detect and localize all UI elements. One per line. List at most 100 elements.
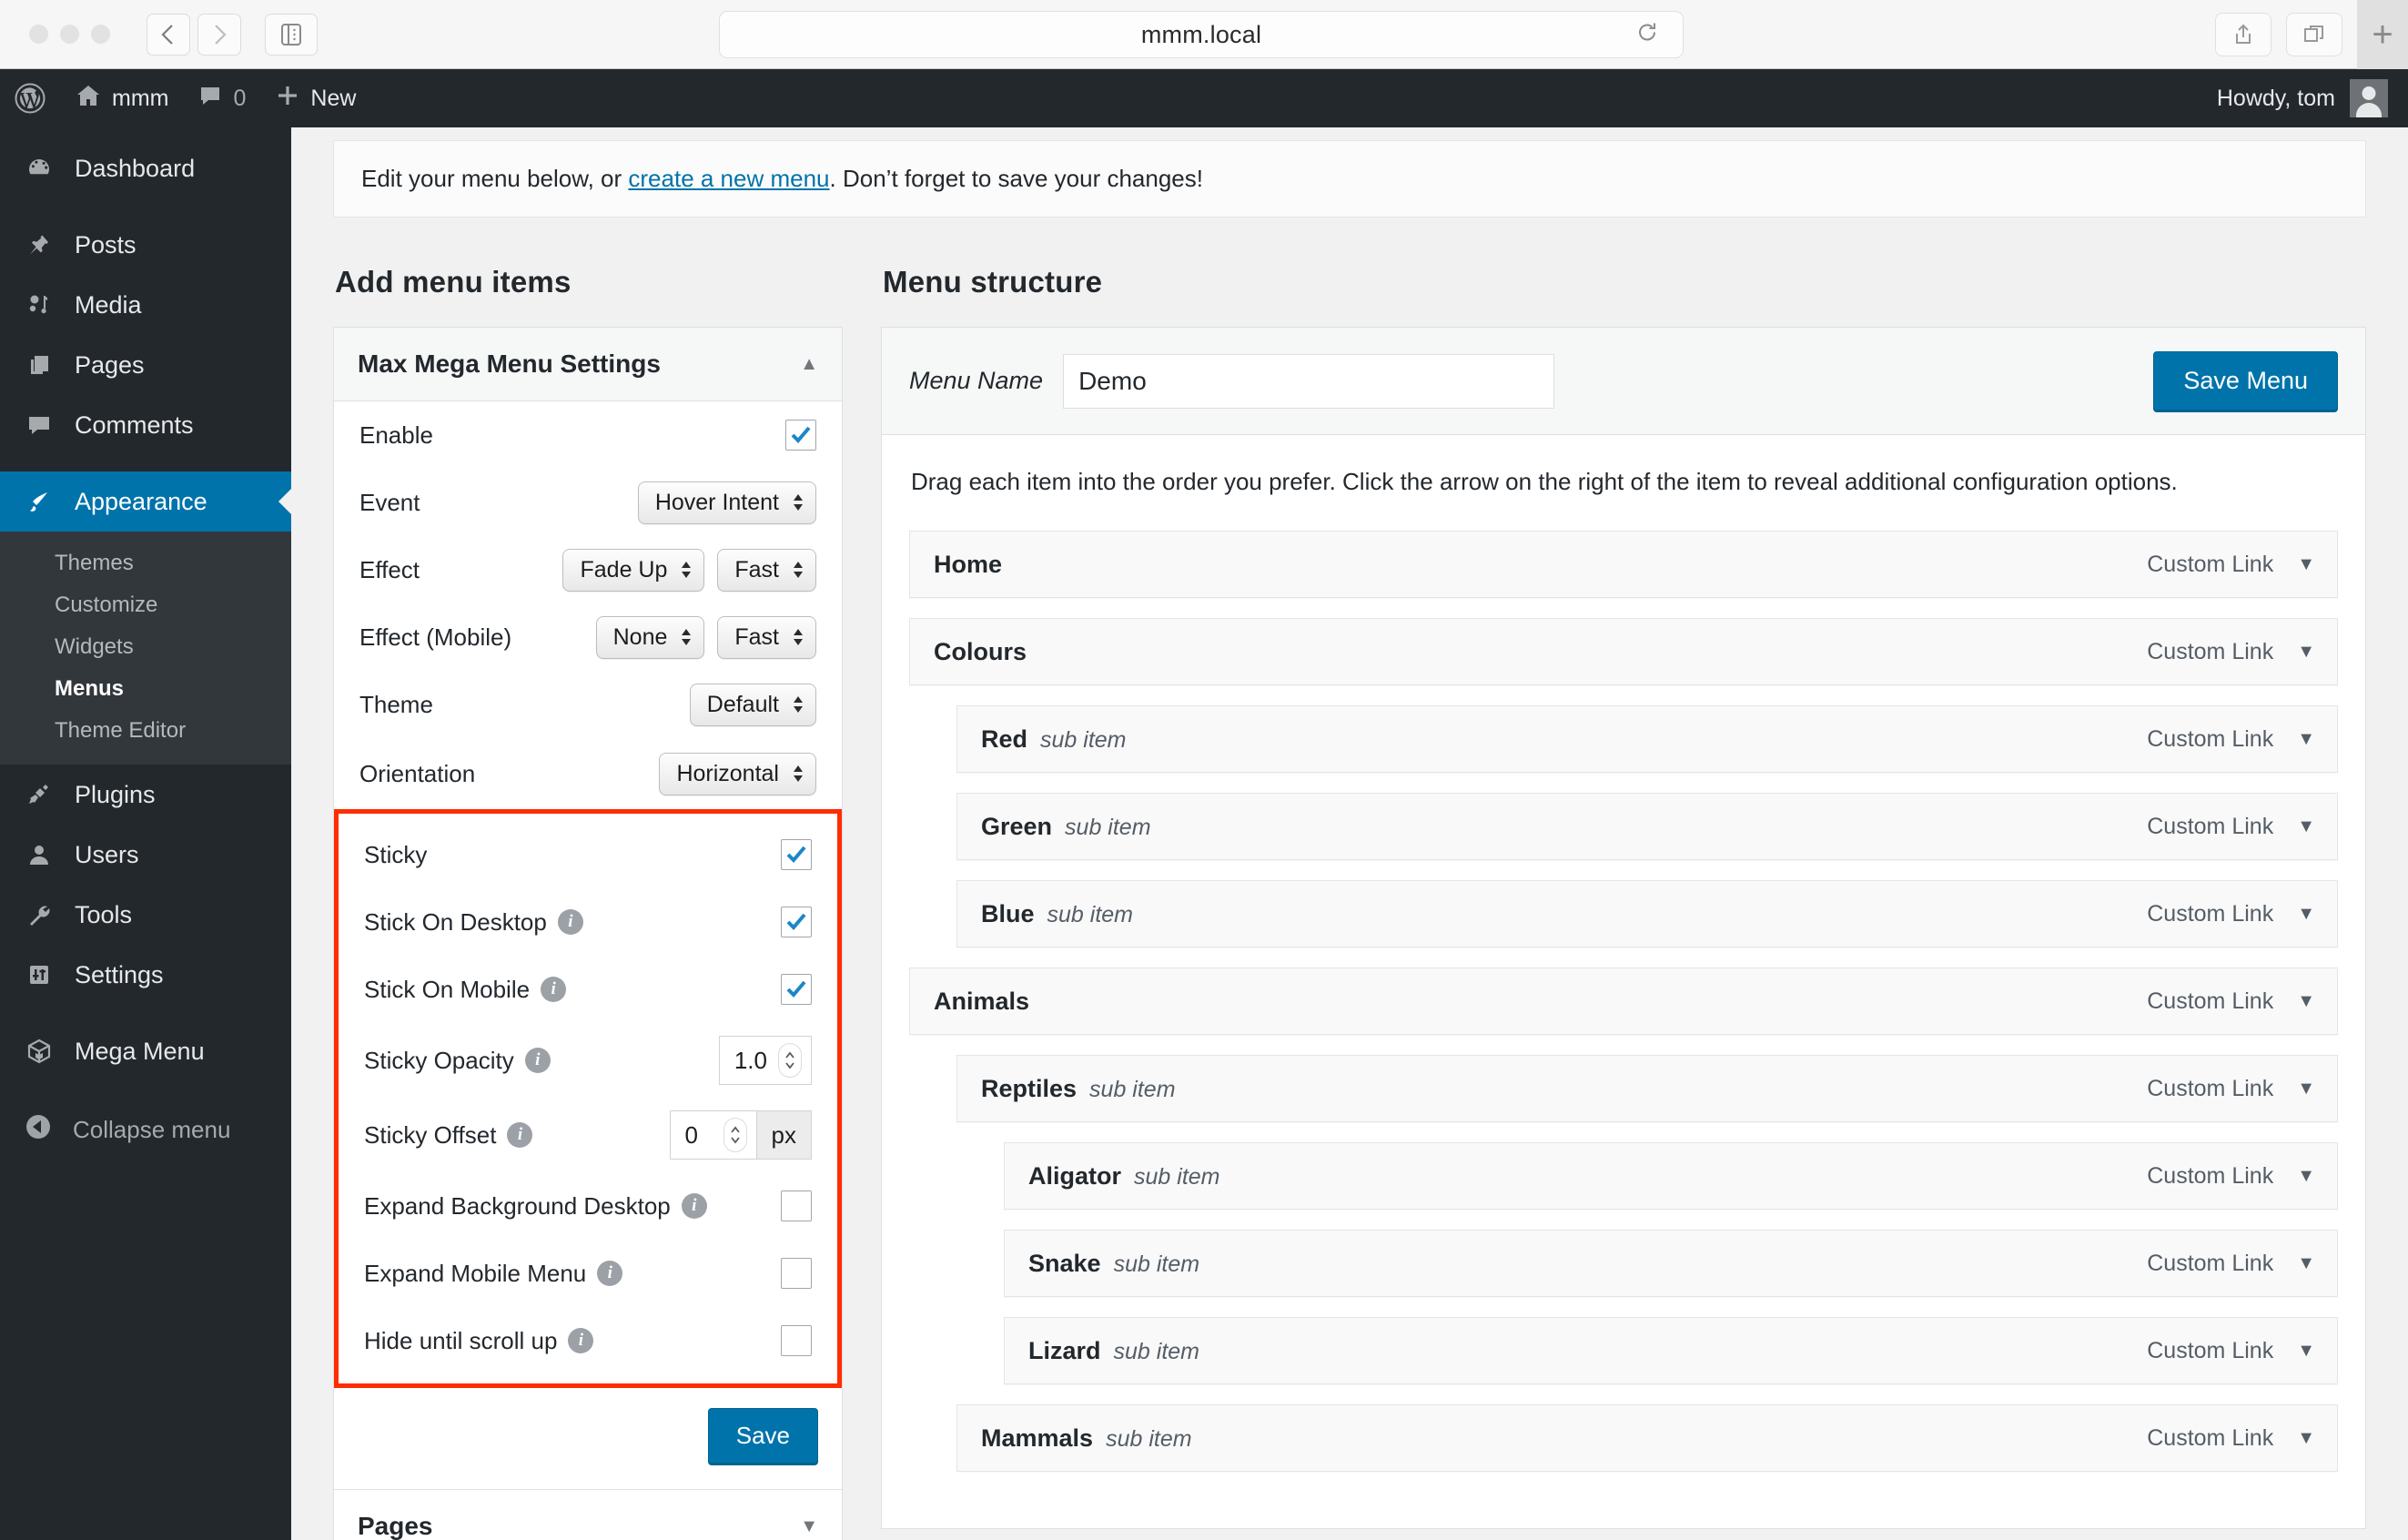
stick-on-desktop-checkbox[interactable] (781, 907, 812, 937)
sidebar-item-media[interactable]: Media (0, 275, 291, 335)
account-menu[interactable]: Howdy, tom (2217, 79, 2388, 117)
sidebar-item-posts[interactable]: Posts (0, 215, 291, 275)
chevron-down-icon[interactable]: ▼ (2297, 643, 2315, 661)
sidebar-item-appearance[interactable]: Appearance (0, 471, 291, 532)
sidebar-subitem-theme-editor[interactable]: Theme Editor (0, 710, 291, 752)
new-content-menu[interactable]: New (260, 69, 370, 127)
page-title-menu-structure: Menu structure (883, 265, 1103, 299)
info-icon[interactable]: i (568, 1328, 594, 1353)
chevron-down-icon[interactable]: ▼ (2297, 1429, 2315, 1447)
maximize-window-button[interactable] (91, 25, 110, 44)
stick-on-mobile-checkbox[interactable] (781, 974, 812, 1005)
effect-mobile-select[interactable]: None (595, 615, 705, 659)
address-bar[interactable]: mmm.local (719, 11, 1684, 58)
wordpress-logo-icon[interactable] (0, 69, 60, 127)
sidebar-subitem-themes[interactable]: Themes (0, 542, 291, 584)
sticky-settings-highlight: Sticky Stick On Desktop i Stick On Mobil… (334, 809, 842, 1388)
comments-menu[interactable]: 0 (183, 69, 260, 127)
info-icon[interactable]: i (597, 1261, 623, 1286)
stepper-icon[interactable] (723, 1118, 747, 1152)
sidebar-item-plugins[interactable]: Plugins (0, 765, 291, 825)
chevron-down-icon[interactable]: ▼ (2297, 1254, 2315, 1272)
menu-item-snake[interactable]: Snake sub item Custom Link ▼ (1004, 1230, 2338, 1297)
sticky-offset-input[interactable]: 0 (669, 1110, 757, 1160)
reload-icon[interactable] (1635, 21, 1659, 49)
sidebar-subitem-menus[interactable]: Menus (0, 668, 291, 710)
theme-select[interactable]: Default (689, 683, 816, 726)
sidebar-toggle-icon[interactable] (265, 13, 318, 56)
expand-mobile-menu-checkbox[interactable] (781, 1258, 812, 1289)
new-tab-button[interactable]: + (2357, 0, 2408, 69)
chevron-down-icon[interactable]: ▼ (2297, 730, 2315, 748)
chevron-up-icon[interactable]: ▲ (800, 355, 818, 373)
menu-name-input[interactable] (1063, 353, 1555, 409)
chevron-down-icon[interactable]: ▼ (2297, 555, 2315, 573)
orientation-select[interactable]: Horizontal (659, 752, 816, 795)
sticky-checkbox[interactable] (781, 839, 812, 870)
chevron-down-icon[interactable]: ▼ (2297, 905, 2315, 923)
menu-item-home[interactable]: Home Custom Link ▼ (909, 531, 2338, 598)
share-icon[interactable] (2215, 13, 2271, 56)
hide-until-scroll-up-checkbox[interactable] (781, 1325, 812, 1356)
sidebar-subitem-widgets[interactable]: Widgets (0, 626, 291, 668)
sidebar-subitem-customize[interactable]: Customize (0, 584, 291, 626)
chevron-down-icon[interactable]: ▼ (2297, 1079, 2315, 1098)
menu-item-reptiles[interactable]: Reptiles sub item Custom Link ▼ (956, 1055, 2338, 1122)
chevron-down-icon[interactable]: ▼ (2297, 1167, 2315, 1185)
sidebar-item-settings[interactable]: Settings (0, 945, 291, 1005)
close-window-button[interactable] (29, 25, 48, 44)
create-new-menu-link[interactable]: create a new menu (628, 165, 829, 192)
mmm-panel-header[interactable]: Max Mega Menu Settings ▲ (334, 328, 842, 401)
info-icon[interactable]: i (681, 1193, 707, 1219)
stepper-icon[interactable] (778, 1043, 802, 1078)
sidebar-item-mega-menu[interactable]: Mega Menu (0, 1021, 291, 1081)
effect-select[interactable]: Fade Up (562, 548, 705, 592)
effect-speed-select[interactable]: Fast (717, 548, 816, 592)
menu-item-animals[interactable]: Animals Custom Link ▼ (909, 968, 2338, 1035)
collapse-menu-button[interactable]: Collapse menu (0, 1098, 291, 1162)
setting-label: Orientation (359, 759, 476, 787)
info-icon[interactable]: i (524, 1048, 551, 1073)
setting-row-enable: Enable (334, 401, 842, 469)
site-name-menu[interactable]: mmm (60, 69, 183, 127)
window-traffic-lights[interactable] (29, 25, 110, 44)
chevron-down-icon[interactable]: ▼ (2297, 817, 2315, 836)
menu-item-blue[interactable]: Blue sub item Custom Link ▼ (956, 880, 2338, 947)
sidebar-item-comments[interactable]: Comments (0, 395, 291, 455)
sidebar-item-tools[interactable]: Tools (0, 885, 291, 945)
menu-item-green[interactable]: Green sub item Custom Link ▼ (956, 793, 2338, 860)
event-select[interactable]: Hover Intent (637, 481, 816, 524)
chevron-down-icon[interactable]: ▼ (2297, 1342, 2315, 1360)
sticky-opacity-input[interactable]: 1.0 (718, 1036, 812, 1085)
back-arrow-icon[interactable] (147, 13, 190, 56)
info-icon[interactable]: i (507, 1122, 533, 1148)
sidebar-item-users[interactable]: Users (0, 825, 291, 885)
enable-checkbox[interactable] (785, 420, 816, 451)
menu-item-red[interactable]: Red sub item Custom Link ▼ (956, 705, 2338, 773)
sidebar-item-pages[interactable]: Pages (0, 335, 291, 395)
info-icon[interactable]: i (557, 909, 583, 935)
show-tabs-icon[interactable] (2286, 13, 2342, 56)
setting-label: Event (359, 488, 420, 516)
effect-mobile-speed-select[interactable]: Fast (717, 615, 816, 659)
minimize-window-button[interactable] (60, 25, 79, 44)
select-arrows-icon (792, 695, 804, 714)
save-menu-button[interactable]: Save Menu (2153, 351, 2338, 410)
menu-item-lizard[interactable]: Lizard sub item Custom Link ▼ (1004, 1317, 2338, 1384)
setting-row-sticky-opacity: Sticky Opacity i 1.0 (339, 1023, 837, 1098)
menu-item-aligator[interactable]: Aligator sub item Custom Link ▼ (1004, 1142, 2338, 1210)
chevron-down-icon[interactable]: ▼ (2297, 992, 2315, 1010)
sidebar-item-dashboard[interactable]: Dashboard (0, 138, 291, 198)
menu-item-mammals[interactable]: Mammals sub item Custom Link ▼ (956, 1404, 2338, 1472)
save-button[interactable]: Save (707, 1408, 818, 1464)
menu-item-title: Mammals (981, 1423, 1094, 1452)
info-icon[interactable]: i (541, 977, 567, 1002)
comments-count: 0 (233, 85, 247, 111)
chevron-down-icon[interactable]: ▼ (800, 1517, 818, 1535)
pages-accordion-header[interactable]: Pages ▼ (334, 1490, 842, 1540)
notice-prefix: Edit your menu below, or (361, 165, 629, 192)
menu-item-colours[interactable]: Colours Custom Link ▼ (909, 618, 2338, 685)
expand-background-desktop-checkbox[interactable] (781, 1190, 812, 1221)
sidebar-item-label: Plugins (75, 780, 156, 808)
forward-arrow-icon[interactable] (197, 13, 241, 56)
